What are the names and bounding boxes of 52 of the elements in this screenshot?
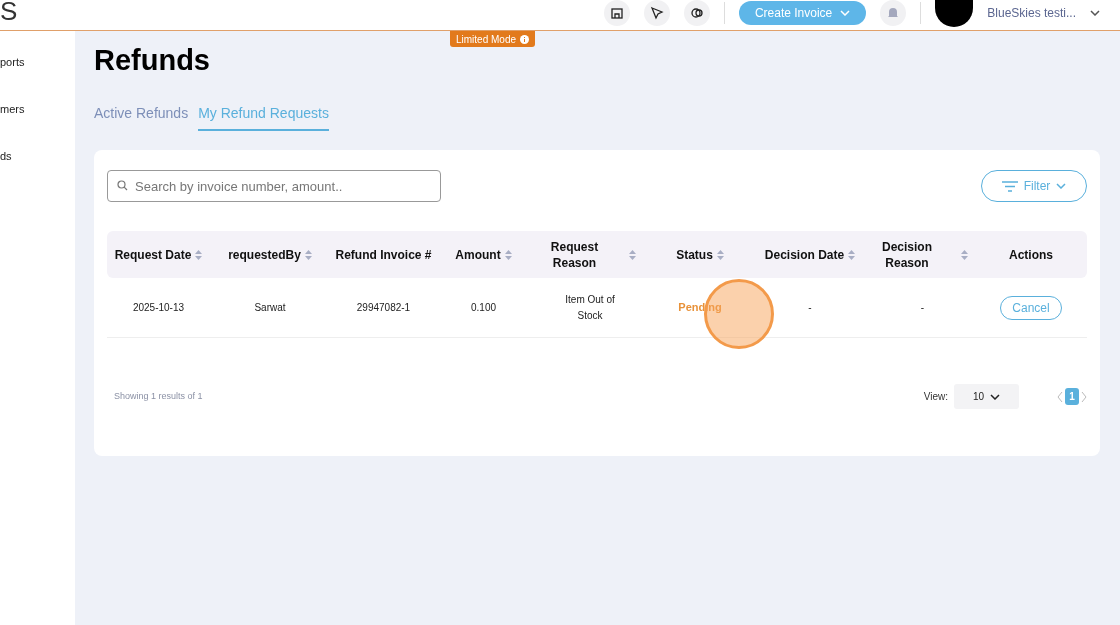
sort-icon[interactable]: [628, 249, 636, 260]
caret-icon: [1090, 10, 1100, 16]
chat-button[interactable]: [683, 0, 710, 26]
next-page-icon[interactable]: [1081, 390, 1087, 403]
page-title: Refunds: [94, 43, 211, 77]
table-cell-text: -: [920, 300, 925, 315]
sort-icon[interactable]: [195, 249, 203, 260]
table-cell-text: 2025-10-13: [132, 300, 185, 315]
column-header[interactable]: Amount: [455, 246, 501, 263]
search-icon: [117, 180, 128, 191]
view-label: View:: [923, 390, 948, 404]
sidebar-item[interactable]: ds: [0, 149, 75, 163]
building-icon: [608, 5, 625, 21]
sort-icon[interactable]: [304, 249, 312, 260]
send-button[interactable]: [643, 0, 670, 26]
chat-icon: [688, 5, 705, 21]
avatar: [935, 0, 974, 27]
building-button[interactable]: [603, 0, 630, 26]
limited-mode-badge: Limited Mode: [450, 31, 536, 47]
caret-icon: [1056, 183, 1067, 189]
column-header[interactable]: Status: [676, 246, 713, 263]
table-cell-text: -: [808, 300, 812, 315]
caret-icon: [990, 393, 1001, 400]
sort-icon[interactable]: [848, 249, 856, 260]
column-header[interactable]: Request Date: [114, 246, 192, 263]
column-header[interactable]: Request Reason: [544, 238, 605, 271]
results-summary: Showing 1 results of 1: [114, 389, 203, 403]
sort-icon[interactable]: [504, 249, 512, 260]
sort-icon[interactable]: [716, 249, 724, 260]
sidebar-item[interactable]: mers: [0, 102, 75, 116]
table-cell-text: Sarwat: [254, 300, 286, 315]
sort-icon[interactable]: [961, 249, 968, 260]
caret-icon: [840, 10, 851, 16]
column-header[interactable]: Actions: [1009, 246, 1053, 263]
account-name: BlueSkies testi...: [987, 5, 1076, 22]
table-cell-text: 29947082-1: [356, 300, 411, 315]
sidebar-item[interactable]: ports: [0, 55, 75, 69]
previous-page-icon[interactable]: [1057, 390, 1063, 403]
page-size-dropdown[interactable]: 10: [954, 384, 1019, 409]
table-cell-text: Item Out of Stock: [564, 292, 616, 323]
table-cell-text: 0.100: [471, 300, 496, 315]
column-header[interactable]: requestedBy: [228, 246, 301, 263]
column-header[interactable]: Decision Reason: [877, 238, 937, 271]
bell-icon: [886, 6, 901, 20]
filter-icon: [1001, 180, 1018, 192]
column-header[interactable]: Decision Date: [764, 246, 845, 263]
column-header[interactable]: Refund Invoice #: [335, 246, 432, 263]
search-field[interactable]: Search by invoice number, amount..: [107, 170, 441, 202]
notification-button[interactable]: [880, 0, 907, 26]
info-icon: [520, 34, 530, 44]
logo-text: S: [0, 0, 18, 24]
send-icon: [648, 5, 665, 21]
